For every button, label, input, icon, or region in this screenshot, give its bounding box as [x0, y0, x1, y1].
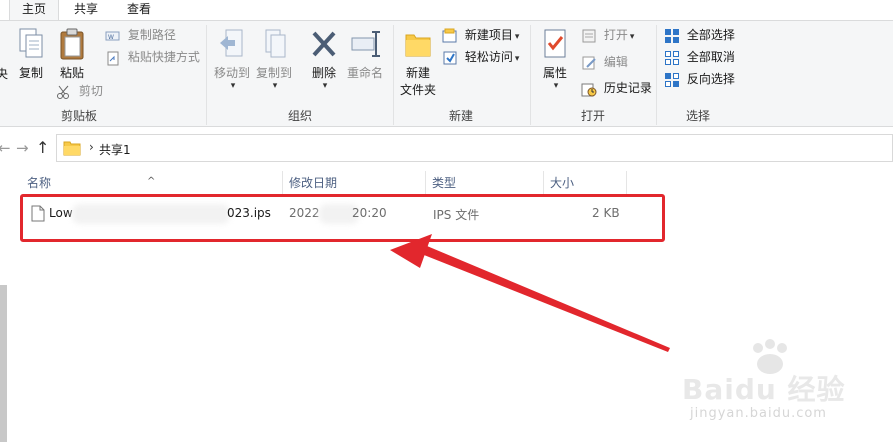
annotation-arrow-shaft [424, 246, 670, 352]
watermark-brand: Baidu 经验 [682, 373, 846, 406]
watermark-url: jingyan.baidu.com [690, 406, 827, 421]
baidu-watermark: Baidu 经验 jingyan.baidu.com [676, 338, 886, 428]
annotation-arrow-head [390, 234, 432, 268]
